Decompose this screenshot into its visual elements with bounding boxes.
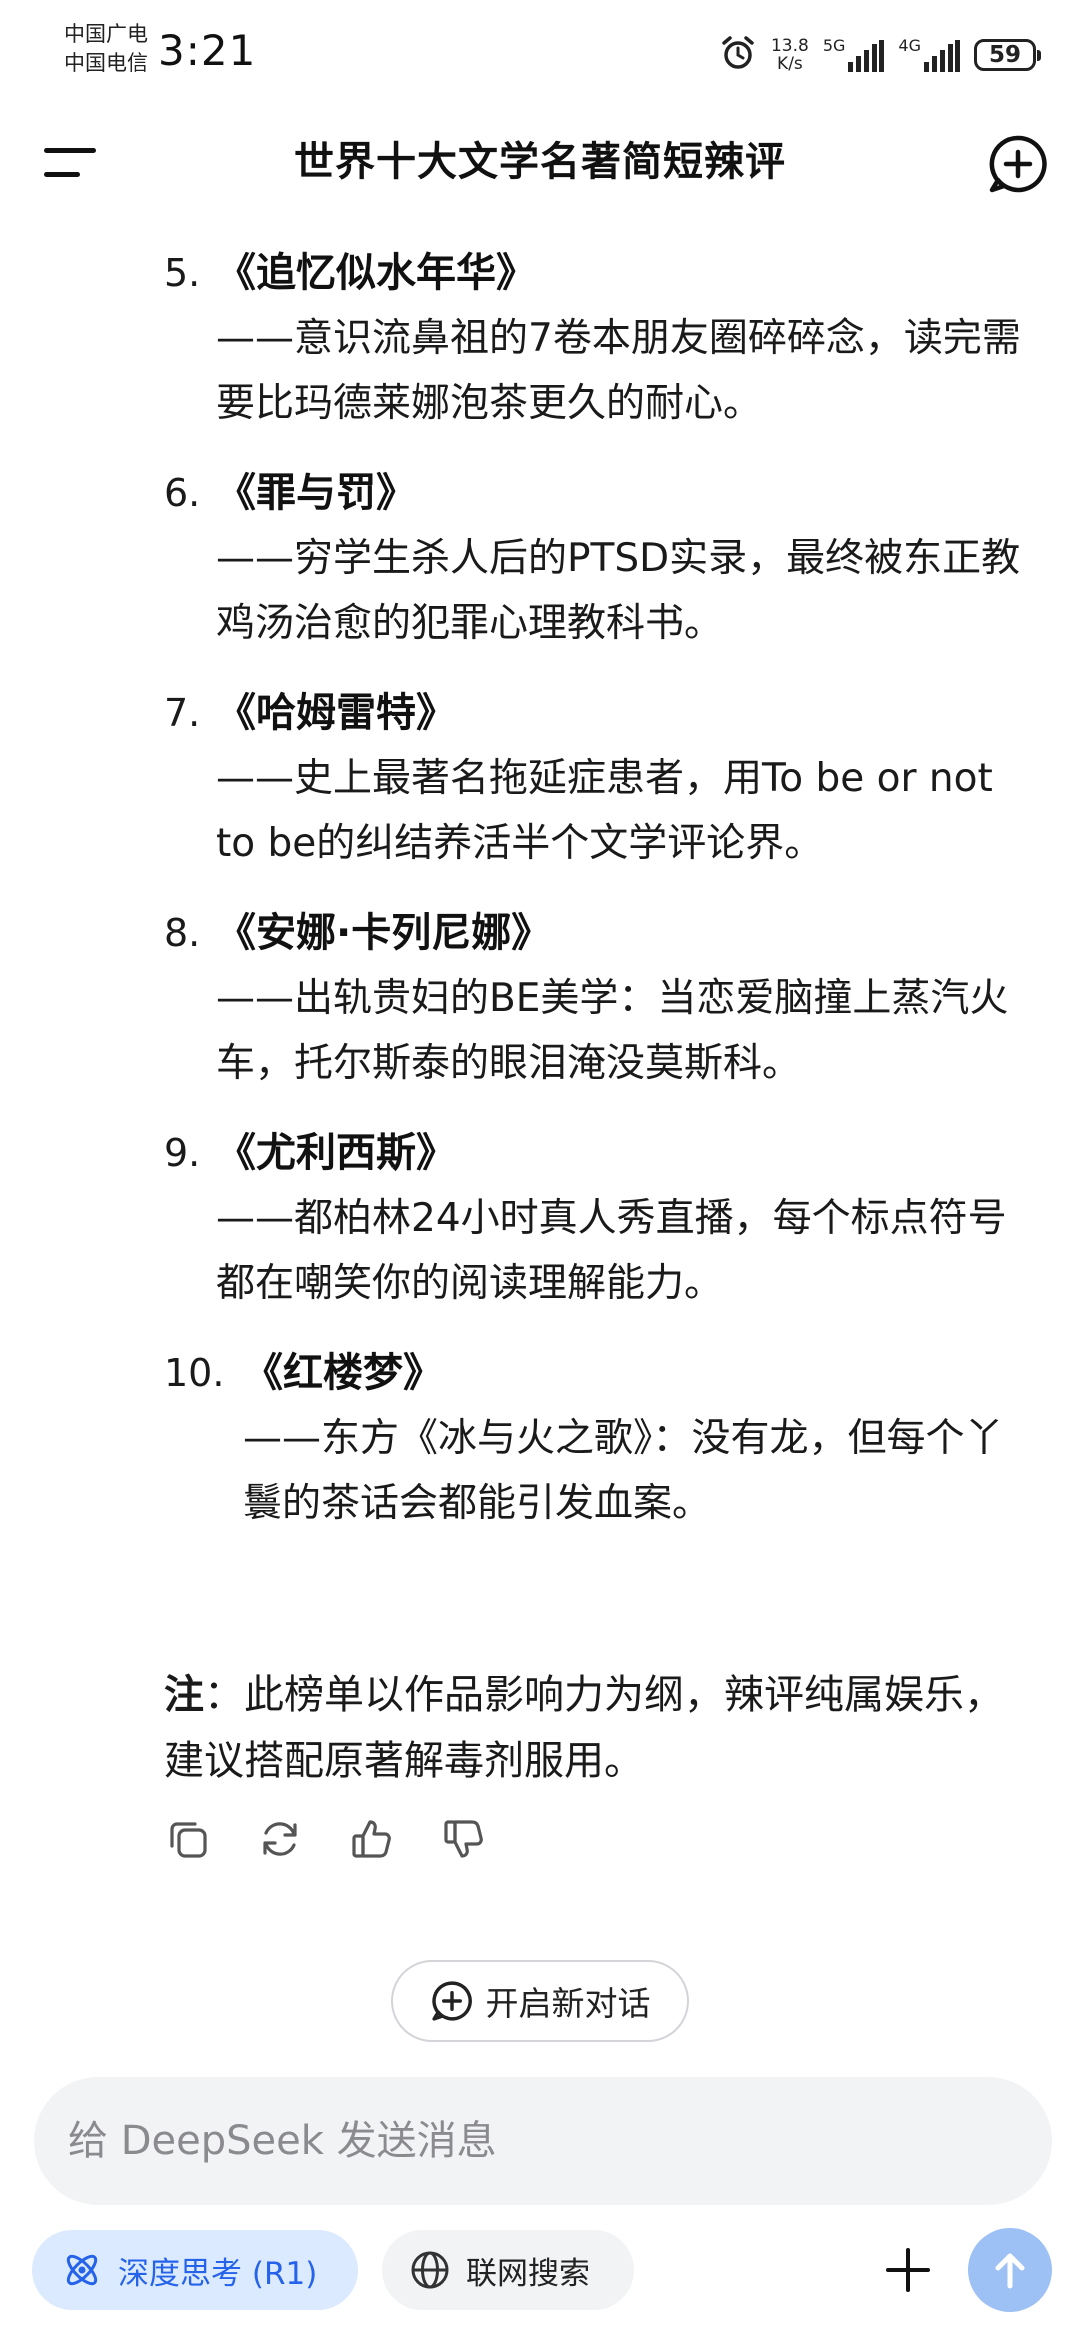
signal-4g: 4G — [898, 38, 960, 72]
atom-icon — [66, 2254, 98, 2286]
status-icons: 13.8 K/s 5G 4G 59 — [719, 30, 1041, 80]
item-title: 《追忆似水年华》 — [216, 250, 536, 296]
signal-bars-icon — [924, 40, 960, 72]
web-search-toggle[interactable]: 联网搜索 — [382, 2230, 634, 2310]
status-time: 3:21 — [158, 26, 257, 75]
thumbs-up-icon — [352, 1820, 391, 1858]
note-paragraph: 注：此榜单以作品影响力为纲，辣评纯属娱乐，建议搭配原著解毒剂服用。 — [164, 1662, 1040, 1794]
item-description: ——出轨贵妇的BE美学：当恋爱脑撞上蒸汽火车，托尔斯泰的眼泪淹没莫斯科。 — [216, 976, 1009, 1086]
item-number: 6. — [164, 471, 201, 515]
globe-icon — [411, 2251, 449, 2289]
item-description: ——都柏林24小时真人秀直播，每个标点符号都在嘲笑你的阅读理解能力。 — [216, 1196, 1007, 1306]
send-button[interactable] — [968, 2228, 1052, 2312]
regenerate-button[interactable] — [256, 1815, 304, 1863]
copy-icon — [170, 1822, 207, 1858]
dislike-button[interactable] — [440, 1815, 488, 1863]
message-content: 5. 《追忆似水年华》 ——意识流鼻祖的7卷本朋友圈碎碎念，读完需要比玛德莱娜泡… — [0, 240, 1080, 1560]
message-input[interactable] — [66, 2117, 1052, 2165]
carrier-2: 中国电信 — [64, 51, 148, 75]
item-number: 10. — [164, 1351, 225, 1395]
item-title: 《尤利西斯》 — [216, 1130, 456, 1176]
list-item: 5. 《追忆似水年华》 ——意识流鼻祖的7卷本朋友圈碎碎念，读完需要比玛德莱娜泡… — [0, 240, 1080, 436]
network-type-5g: 5G — [822, 36, 846, 55]
item-title: 《罪与罚》 — [216, 470, 416, 516]
arrow-up-icon — [995, 2253, 1025, 2289]
chat-plus-icon — [431, 1981, 472, 2021]
item-description: ——史上最著名拖延症患者，用To be or not to be的纠结养活半个文… — [216, 756, 993, 866]
item-description: ——穷学生杀人后的PTSD实录，最终被东正教鸡汤治愈的犯罪心理教科书。 — [216, 536, 1021, 646]
network-speed-value: 13.8 — [770, 36, 809, 56]
status-bar: 中国广电 中国电信 3:21 13.8 K/s 5G 4G 59 — [0, 0, 1080, 110]
attach-button[interactable] — [868, 2230, 948, 2310]
item-number: 7. — [164, 691, 201, 735]
copy-button[interactable] — [164, 1815, 212, 1863]
web-search-label: 联网搜索 — [466, 2255, 590, 2292]
network-type-4g: 4G — [898, 36, 921, 55]
item-number: 9. — [164, 1131, 201, 1175]
chat-plus-icon — [989, 135, 1047, 193]
battery-indicator: 59 — [974, 39, 1041, 71]
deep-think-toggle[interactable]: 深度思考 (R1) — [32, 2230, 358, 2310]
refresh-icon — [263, 1822, 297, 1856]
item-title: 《红楼梦》 — [243, 1350, 443, 1396]
alarm-icon — [719, 34, 757, 76]
thumbs-down-icon — [444, 1820, 483, 1858]
item-description: ——东方《冰与火之歌》：没有龙，但每个丫鬟的茶话会都能引发血案。 — [243, 1416, 1004, 1526]
deep-think-label: 深度思考 (R1) — [118, 2255, 318, 2292]
carrier-1: 中国广电 — [64, 22, 148, 46]
network-speed: 13.8 K/s — [771, 37, 809, 73]
item-title: 《安娜·卡列尼娜》 — [216, 910, 552, 956]
item-number: 5. — [164, 251, 201, 295]
plus-icon — [886, 2248, 930, 2292]
message-input-container[interactable] — [34, 2077, 1052, 2205]
list-item: 6. 《罪与罚》 ——穷学生杀人后的PTSD实录，最终被东正教鸡汤治愈的犯罪心理… — [0, 460, 1080, 656]
signal-5g: 5G — [823, 38, 885, 72]
carrier-info: 中国广电 中国电信 — [64, 20, 148, 78]
page-title: 世界十大文学名著简短辣评 — [294, 139, 786, 185]
app-header: 世界十大文学名著简短辣评 — [0, 110, 1080, 215]
like-button[interactable] — [348, 1815, 396, 1863]
signal-bars-icon — [848, 40, 885, 72]
new-chat-icon-button[interactable] — [986, 132, 1050, 196]
new-chat-button[interactable]: 开启新对话 — [391, 1960, 689, 2042]
list-item: 7. 《哈姆雷特》 ——史上最著名拖延症患者，用To be or not to … — [0, 680, 1080, 876]
note-label: 注 — [164, 1672, 204, 1718]
new-chat-label: 开启新对话 — [485, 1984, 651, 2023]
network-speed-unit: K/s — [777, 54, 803, 74]
battery-level: 59 — [988, 42, 1021, 68]
list-item: 10. 《红楼梦》 ——东方《冰与火之歌》：没有龙，但每个丫鬟的茶话会都能引发血… — [0, 1340, 1080, 1536]
message-actions — [164, 1815, 488, 1863]
list-item: 9. 《尤利西斯》 ——都柏林24小时真人秀直播，每个标点符号都在嘲笑你的阅读理… — [0, 1120, 1080, 1316]
item-title: 《哈姆雷特》 — [216, 690, 456, 736]
list-item: 8. 《安娜·卡列尼娜》 ——出轨贵妇的BE美学：当恋爱脑撞上蒸汽火车，托尔斯泰… — [0, 900, 1080, 1096]
item-description: ——意识流鼻祖的7卷本朋友圈碎碎念，读完需要比玛德莱娜泡茶更久的耐心。 — [216, 316, 1021, 426]
note-text: ：此榜单以作品影响力为纲，辣评纯属娱乐，建议搭配原著解毒剂服用。 — [164, 1672, 1004, 1784]
input-toolbar: 深度思考 (R1) 联网搜索 — [0, 2228, 1080, 2312]
item-number: 8. — [164, 911, 201, 955]
